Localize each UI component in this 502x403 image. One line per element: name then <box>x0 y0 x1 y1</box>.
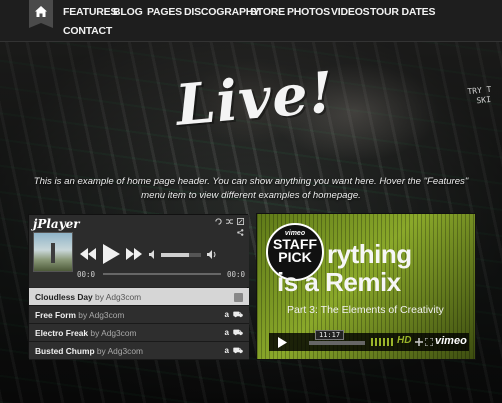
track-title: Electro Freak <box>35 328 89 338</box>
video-title-line-1: rything <box>327 239 412 269</box>
share-icon[interactable] <box>237 229 244 236</box>
nav-item-videos[interactable]: VIDEOS <box>331 6 370 18</box>
track-artist: by Adg3com <box>96 346 143 356</box>
home-button[interactable] <box>29 0 53 28</box>
video-volume-level[interactable] <box>371 338 393 346</box>
playlist-item[interactable]: Electro Freak by Adg3com a ⛟ <box>29 324 249 342</box>
nav-item-contact[interactable]: CONTACT <box>63 25 112 37</box>
shuffle-icon[interactable] <box>226 218 233 225</box>
badge-pick-text: PICK <box>278 249 312 265</box>
video-seek-bar[interactable] <box>309 341 365 345</box>
hero-side-text: TRY T SKI <box>467 85 493 107</box>
video-play-button[interactable] <box>277 337 287 348</box>
current-time: 00:0 <box>77 270 96 279</box>
video-settings-icon[interactable] <box>415 338 423 346</box>
amazon-icon[interactable]: a <box>224 342 228 360</box>
repeat-icon[interactable] <box>215 218 222 225</box>
playlist: Cloudless Day by Adg3com Free Form by Ad… <box>29 288 249 360</box>
amazon-icon[interactable]: a <box>224 324 228 342</box>
hero-description: This is an example of home page header. … <box>22 175 480 203</box>
playlist-item[interactable]: Cloudless Day by Adg3com <box>29 288 249 306</box>
previous-track-button[interactable] <box>79 247 97 261</box>
track-actions: a ⛟ <box>220 324 243 342</box>
nav-item-photos[interactable]: PHOTOS <box>287 6 330 18</box>
hero-description-line-2: menu item to view different examples of … <box>141 190 361 201</box>
video-control-bar: 11:17 HD vimeo <box>269 330 469 351</box>
track-title: Cloudless Day <box>35 292 93 302</box>
volume-max-icon[interactable] <box>207 250 218 259</box>
track-artist: by Adg3com <box>95 292 142 302</box>
seek-bar[interactable] <box>103 273 221 275</box>
page: FEATURES BLOG PAGES DISCOGRAPHY STORE PH… <box>0 0 502 403</box>
nav-item-tour-dates[interactable]: TOUR DATES <box>370 6 435 18</box>
playlist-item[interactable]: Busted Chump by Adg3com a ⛟ <box>29 342 249 360</box>
popout-icon[interactable] <box>237 218 244 225</box>
track-title: Free Form <box>35 310 76 320</box>
home-icon <box>35 6 47 17</box>
track-actions: a ⛟ <box>220 306 243 324</box>
audio-player: jPlayer 00:0 00:0 Cloudless Day by Adg3c… <box>28 214 249 360</box>
video-title-line-2: is a Remix <box>277 267 401 297</box>
next-track-button[interactable] <box>125 247 143 261</box>
video-time: 11:17 <box>315 330 345 340</box>
volume-slider[interactable] <box>161 253 201 257</box>
player-controls-panel: jPlayer 00:0 00:0 <box>29 215 249 287</box>
track-actions <box>234 288 243 306</box>
hero-description-line-1: This is an example of home page header. … <box>33 176 469 187</box>
vimeo-logo[interactable]: vimeo <box>435 335 467 347</box>
video-subtitle: Part 3: The Elements of Creativity <box>287 304 444 316</box>
cart-icon[interactable]: ⛟ <box>233 306 243 324</box>
player-logo: jPlayer <box>33 217 80 231</box>
amazon-icon[interactable]: a <box>224 306 228 324</box>
nav-item-blog[interactable]: BLOG <box>113 6 143 18</box>
track-title: Busted Chump <box>35 346 95 356</box>
nav-item-discography[interactable]: DISCOGRAPHY <box>184 6 260 18</box>
remove-track-icon[interactable] <box>234 292 243 302</box>
playlist-item[interactable]: Free Form by Adg3com a ⛟ <box>29 306 249 324</box>
volume-icon[interactable] <box>149 250 158 259</box>
track-artist: by Adg3com <box>78 310 125 320</box>
total-time: 00:0 <box>227 270 246 279</box>
nav-item-features[interactable]: FEATURES <box>63 6 117 18</box>
cart-icon[interactable]: ⛟ <box>233 324 243 342</box>
vimeo-video-embed[interactable]: vimeo STAFF PICK rything is a Remix Part… <box>256 213 476 360</box>
album-art <box>33 232 73 272</box>
video-title: rything is a Remix <box>277 239 412 296</box>
play-button[interactable] <box>101 243 121 265</box>
nav-item-pages[interactable]: PAGES <box>147 6 182 18</box>
main-navigation: FEATURES BLOG PAGES DISCOGRAPHY STORE PH… <box>0 0 502 42</box>
track-artist: by Adg3com <box>90 328 137 338</box>
cart-icon[interactable]: ⛟ <box>233 342 243 360</box>
track-actions: a ⛟ <box>220 342 243 360</box>
player-window-controls <box>215 218 244 225</box>
fullscreen-icon[interactable] <box>425 338 433 346</box>
nav-item-store[interactable]: STORE <box>250 6 285 18</box>
hd-toggle[interactable]: HD <box>397 335 411 346</box>
volume-slider-fill <box>161 253 189 257</box>
